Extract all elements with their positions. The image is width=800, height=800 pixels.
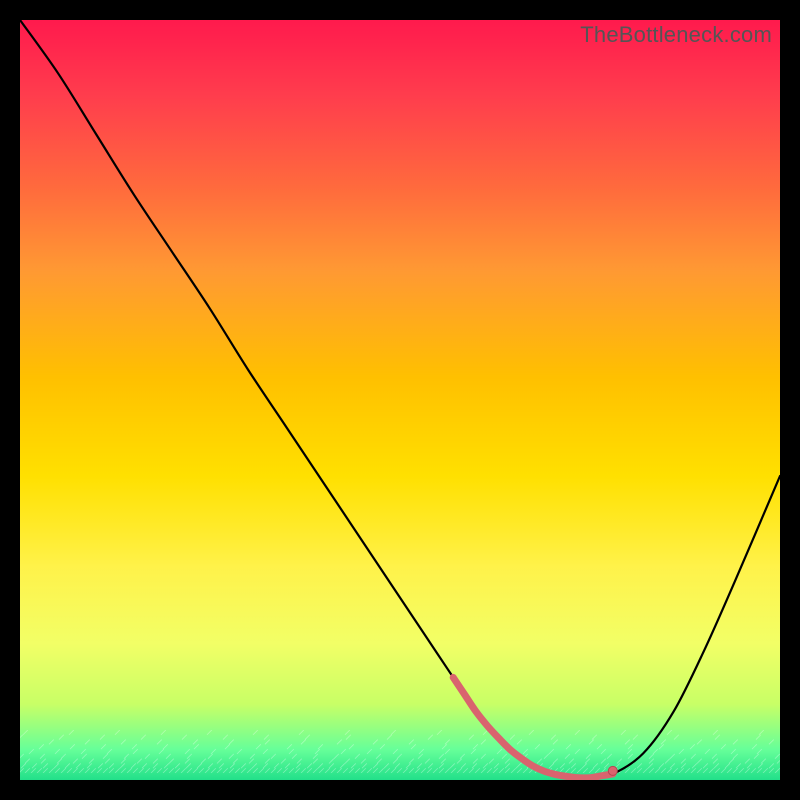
bottleneck-curve [20,20,780,780]
plot-area: TheBottleneck.com [20,20,780,780]
chart-frame: TheBottleneck.com [0,0,800,800]
